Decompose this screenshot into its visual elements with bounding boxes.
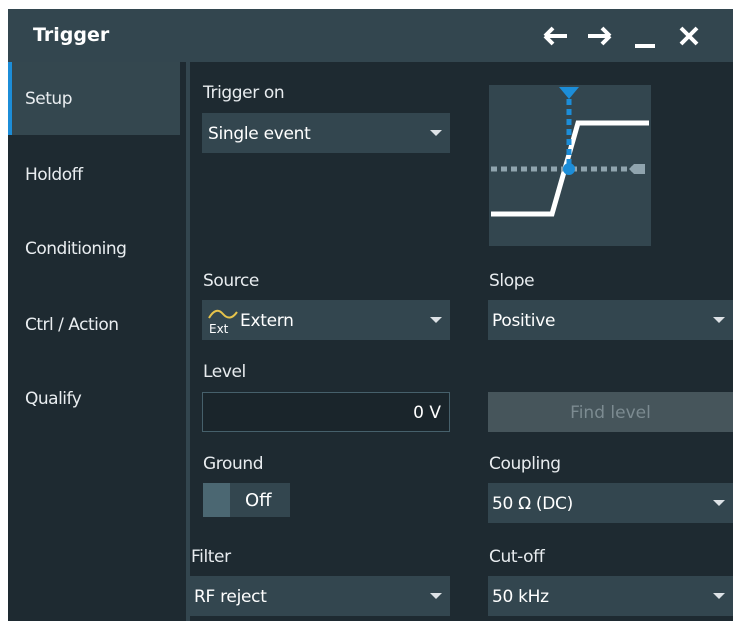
source-label: Source	[203, 271, 259, 291]
find-level-label: Find level	[570, 403, 651, 423]
chevron-down-icon	[430, 317, 442, 323]
chevron-down-icon	[713, 593, 725, 599]
sidebar-item-qualify[interactable]: Qualify	[8, 362, 180, 435]
level-label: Level	[203, 362, 246, 382]
extern-source-icon: Ext	[208, 306, 238, 336]
ground-value: Off	[245, 490, 272, 511]
chevron-down-icon	[430, 593, 442, 599]
back-arrow-icon[interactable]	[538, 19, 572, 53]
filter-select[interactable]: RF reject	[190, 576, 450, 616]
sidebar-item-setup[interactable]: Setup	[8, 62, 180, 135]
slope-graphic	[489, 85, 651, 246]
title-bar: Trigger	[8, 9, 733, 62]
sidebar: Setup Holdoff Conditioning Ctrl / Action…	[8, 62, 188, 621]
cutoff-select[interactable]: 50 kHz	[488, 576, 733, 616]
slope-value: Positive	[492, 311, 556, 331]
level-value: 0 V	[413, 403, 441, 423]
slope-label: Slope	[489, 271, 535, 291]
sidebar-item-label: Ctrl / Action	[25, 315, 119, 335]
source-select[interactable]: Ext Extern	[202, 300, 450, 340]
trigger-on-value: Single event	[208, 124, 311, 144]
toggle-knob	[203, 483, 230, 517]
sidebar-item-label: Setup	[25, 89, 72, 109]
coupling-select[interactable]: 50 Ω (DC)	[488, 483, 733, 523]
trigger-on-select[interactable]: Single event	[202, 113, 450, 153]
find-level-button[interactable]: Find level	[488, 392, 733, 432]
filter-label: Filter	[191, 547, 231, 567]
close-icon[interactable]	[672, 19, 706, 53]
sidebar-divider	[186, 62, 190, 621]
source-value: Extern	[240, 311, 294, 331]
coupling-value: 50 Ω (DC)	[492, 494, 573, 514]
sidebar-item-label: Holdoff	[25, 165, 83, 185]
ground-toggle[interactable]: Off	[203, 483, 290, 517]
coupling-label: Coupling	[489, 454, 561, 474]
sidebar-item-label: Qualify	[25, 389, 82, 409]
chevron-down-icon	[713, 500, 725, 506]
chevron-down-icon	[430, 130, 442, 136]
chevron-down-icon	[713, 317, 725, 323]
trigger-dialog: Trigger Setup Holdoff Conditioning Ctrl …	[8, 9, 733, 621]
minimize-icon[interactable]	[628, 19, 662, 53]
dialog-title: Trigger	[33, 24, 110, 46]
trigger-on-label: Trigger on	[203, 83, 285, 103]
forward-arrow-icon[interactable]	[583, 19, 617, 53]
filter-value: RF reject	[194, 587, 267, 607]
sidebar-item-conditioning[interactable]: Conditioning	[8, 212, 180, 285]
sidebar-item-label: Conditioning	[25, 239, 127, 259]
ground-label: Ground	[203, 454, 264, 474]
level-input[interactable]: 0 V	[202, 392, 450, 432]
cutoff-value: 50 kHz	[492, 587, 549, 607]
slope-select[interactable]: Positive	[488, 300, 733, 340]
extern-icon-text: Ext	[209, 322, 229, 336]
sidebar-item-ctrl-action[interactable]: Ctrl / Action	[8, 288, 180, 361]
sidebar-item-holdoff[interactable]: Holdoff	[8, 138, 180, 211]
cutoff-label: Cut-off	[489, 547, 545, 567]
